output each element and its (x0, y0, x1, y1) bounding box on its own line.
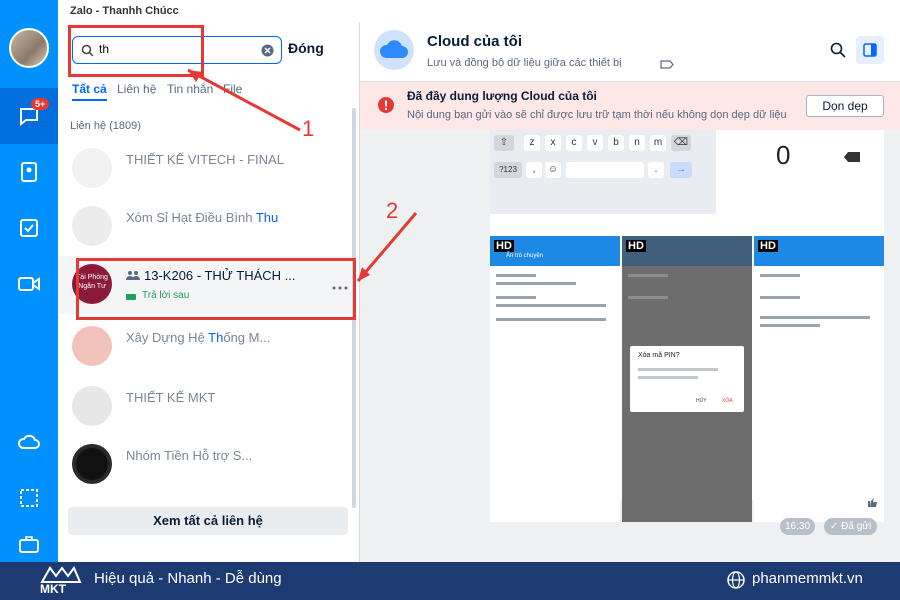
alert-title: Đã đầy dung lượng Cloud của tôi (407, 89, 597, 103)
key: b (608, 135, 624, 151)
sent-status: ✓ Đã gửi (824, 518, 878, 535)
video-icon[interactable] (0, 256, 58, 312)
window-title: Zalo - Thanhh Chúcc (58, 0, 900, 22)
backspace-icon (844, 152, 860, 162)
alert-text: Nội dung bạn gửi vào sẽ chỉ được lưu trữ… (407, 109, 787, 121)
globe-icon (727, 571, 745, 589)
unread-badge: 5+ (31, 98, 50, 110)
logo-text: MKT (40, 582, 66, 596)
panel-icon (863, 43, 877, 57)
see-all-contacts-button[interactable]: Xem tất cả liên hệ (68, 507, 348, 535)
space-key (566, 162, 644, 178)
pin-dialog: Xóa mã PIN? HỦY XÓA (630, 346, 744, 412)
annotation-number-1: 1 (302, 116, 315, 141)
mkt-logo-icon (40, 566, 82, 583)
footer-banner: MKT Hiệu quả - Nhanh - Dễ dùng phanmemmk… (0, 562, 900, 600)
todo-icon[interactable] (0, 200, 58, 256)
list-item[interactable]: Nhóm Tiền Hỗ trợ S... (58, 436, 352, 494)
avatar (72, 444, 112, 484)
nav-rail: 5+ (0, 0, 58, 562)
label-icon[interactable] (660, 60, 674, 69)
contact-name: THIẾT KẾ MKT (126, 390, 216, 405)
cloud-icon[interactable] (0, 414, 58, 470)
keyboard-screenshot: ⇧ z x c v b n m ⌫ ?123 , ☺ . → (490, 130, 716, 214)
chat-panel: Cloud của tôi Lưu và đồng bộ dữ liệu giữ… (360, 22, 900, 562)
emoji-key: ☺ (545, 162, 561, 178)
phone-screenshot: HD Ẩn trò chuyện (490, 236, 620, 522)
list-item[interactable]: THIẾT KẾ MKT (58, 378, 352, 436)
annotation-number-2: 2 (386, 198, 399, 223)
screen-title: Ẩn trò chuyện (506, 253, 544, 259)
list-item[interactable]: Xóm Sỉ Hạt Điều Bình Thu (58, 198, 352, 256)
cloud-avatar (374, 30, 414, 70)
key: m (650, 135, 666, 151)
hd-label: HD (626, 240, 646, 252)
clear-icon[interactable] (261, 44, 274, 57)
comma-key: , (526, 162, 542, 178)
search-icon[interactable] (830, 42, 846, 58)
annotation-arrow-1 (187, 68, 301, 132)
chat-header: Cloud của tôi Lưu và đồng bộ dữ liệu giữ… (360, 22, 900, 82)
contact-name: Xóm Sỉ Hạt Điều Bình Thu (126, 210, 279, 225)
chat-subtitle: Lưu và đồng bộ dữ liệu giữa các thiết bị (427, 57, 622, 69)
list-item[interactable]: THIẾT KẾ VITECH - FINAL (58, 140, 352, 198)
screenshot-icon[interactable] (0, 470, 58, 526)
contact-name: THIẾT KẾ VITECH - FINAL (126, 152, 284, 167)
key: v (587, 135, 603, 151)
period-key: . (648, 162, 664, 178)
slogan: Hiệu quả - Nhanh - Dễ dùng (94, 570, 282, 587)
key: z (524, 135, 540, 151)
hd-label: HD (494, 240, 514, 252)
numpad-screenshot: 0 (716, 130, 884, 214)
tab-contacts[interactable]: Liên hệ (117, 82, 156, 96)
user-avatar[interactable] (9, 28, 49, 68)
contacts-icon[interactable] (0, 144, 58, 200)
chat-icon[interactable] (0, 88, 58, 144)
cloud-icon (379, 40, 408, 58)
avatar (72, 148, 112, 188)
avatar (72, 386, 112, 426)
backspace-key: ⌫ (671, 135, 691, 151)
storage-alert: Đã đầy dung lượng Cloud của tôi Nội dung… (360, 82, 900, 130)
cleanup-button[interactable]: Dọn dẹp (806, 95, 884, 117)
sidebar-toggle-button[interactable] (856, 36, 884, 64)
numpad-display: 0 (776, 140, 791, 170)
enter-key: → (670, 162, 692, 178)
close-search-button[interactable]: Đóng (288, 40, 324, 56)
avatar (72, 326, 112, 366)
contact-name: Nhóm Tiền Hỗ trợ S... (126, 448, 253, 463)
like-icon[interactable] (862, 492, 882, 512)
briefcase-icon[interactable] (0, 526, 58, 562)
tab-all[interactable]: Tất cả (72, 82, 107, 101)
hd-label: HD (758, 240, 778, 252)
list-item[interactable]: Xây Dựng Hệ Thống M... (58, 318, 352, 376)
chat-title: Cloud của tôi (427, 33, 522, 50)
avatar (72, 206, 112, 246)
message-time: 16:30 (780, 518, 816, 535)
phone-screenshot: HD (754, 236, 884, 522)
phone-screenshot: HD Xóa mã PIN? HỦY XÓA (622, 236, 752, 522)
numbers-key: ?123 (494, 162, 522, 178)
key: x (545, 135, 561, 151)
image-message[interactable]: ⇧ z x c v b n m ⌫ ?123 , ☺ . → 0 HD Ẩn t… (490, 130, 884, 522)
contact-name: Xây Dựng Hệ Thống M... (126, 330, 271, 345)
shift-key: ⇧ (494, 135, 514, 151)
contacts-section-title: Liên hệ (1809) (70, 120, 141, 132)
highlight-box-contact (76, 258, 356, 320)
key: n (629, 135, 645, 151)
key: c (566, 135, 582, 151)
website-link[interactable]: phanmemmkt.vn (752, 570, 863, 587)
nav-bar-strip (490, 214, 884, 234)
warning-icon (378, 97, 394, 113)
